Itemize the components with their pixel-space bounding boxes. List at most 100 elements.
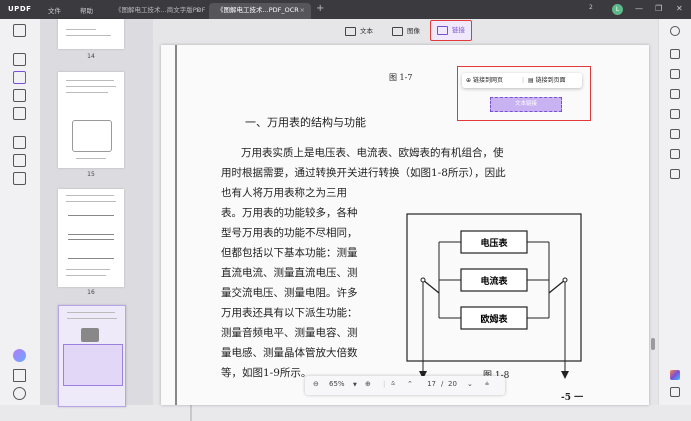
ammeter-label: 电流表 bbox=[480, 275, 508, 287]
previous-page-icon[interactable]: ⌃ bbox=[407, 380, 413, 388]
body-line: 测量音频电平、测量电容、测 bbox=[221, 327, 358, 339]
left-toolbar bbox=[0, 19, 41, 405]
minimize-icon[interactable]: — bbox=[635, 4, 643, 13]
next-page-icon[interactable]: ⌄ bbox=[467, 380, 473, 388]
attachment-icon[interactable] bbox=[13, 387, 26, 400]
right-toolbar bbox=[658, 19, 691, 405]
zoom-out-icon[interactable]: ⊖ bbox=[313, 380, 319, 388]
link-to-page-label: 链接到页面 bbox=[535, 77, 566, 84]
pages-stack-icon[interactable] bbox=[13, 172, 26, 185]
thumbnail-page-number: 14 bbox=[87, 53, 95, 60]
tab-document-2[interactable]: 《图解电工技术...PDF_OCR × bbox=[209, 3, 311, 19]
figure-label-top: 图 1-7 bbox=[389, 73, 413, 82]
document-scrollbar[interactable] bbox=[651, 240, 655, 380]
link-area-selection[interactable]: 文本链接 bbox=[490, 97, 562, 112]
link-to-web-label: 链接到网页 bbox=[472, 77, 503, 84]
last-page-icon[interactable]: ⩮ bbox=[485, 380, 489, 389]
menu-file[interactable]: 文件 bbox=[48, 5, 61, 15]
protect-icon[interactable] bbox=[13, 154, 26, 167]
body-line: 但都包括以下基本功能：测量 bbox=[221, 247, 358, 259]
new-tab-button[interactable]: + bbox=[316, 3, 324, 14]
popup-divider: | bbox=[522, 77, 525, 84]
switch-lever bbox=[548, 279, 566, 294]
close-window-icon[interactable]: ✕ bbox=[676, 4, 683, 13]
switch-lever bbox=[422, 279, 440, 294]
link-mode-label: 链接 bbox=[452, 26, 465, 34]
body-line: 用时根据需要，通过转换开关进行转换（如图1-8所示），因此 bbox=[221, 167, 506, 179]
page-thumbnail[interactable] bbox=[58, 19, 124, 49]
bookmark-icon[interactable] bbox=[13, 369, 26, 382]
current-page-input[interactable]: 17 bbox=[422, 380, 436, 388]
close-icon[interactable]: × bbox=[300, 3, 305, 18]
text-mode-button[interactable]: 文本 bbox=[345, 23, 373, 39]
link-to-page-button[interactable]: ▤ 链接到页面 bbox=[528, 73, 566, 88]
form-icon[interactable] bbox=[13, 107, 26, 120]
link-popup: ⊕ 链接到网页 | ▤ 链接到页面 bbox=[462, 73, 582, 88]
text-icon bbox=[345, 26, 356, 36]
page-navigation-bar: ⊖ 65% ▼ ⊕ | ⩯ ⌃ 17 / 20 ⌄ ⩮ bbox=[305, 376, 505, 395]
body-line: 也有人将万用表称之为三用 bbox=[221, 187, 347, 199]
ai-icon[interactable] bbox=[670, 49, 680, 59]
nav-divider: | bbox=[383, 380, 386, 388]
body-line: 等，如图1-9所示。 bbox=[221, 367, 312, 379]
ai-assistant-icon[interactable] bbox=[13, 349, 26, 362]
close-icon[interactable]: × bbox=[196, 3, 201, 18]
thumbnail-page-number: 15 bbox=[87, 171, 95, 178]
page-separator: / bbox=[441, 380, 444, 388]
page-thumbnail[interactable] bbox=[58, 72, 124, 168]
page-thumbnail-selected[interactable] bbox=[58, 305, 126, 407]
organize-pages-icon[interactable] bbox=[13, 89, 26, 102]
zoom-in-icon[interactable]: ⊕ bbox=[365, 380, 371, 388]
zoom-level[interactable]: 65% bbox=[329, 380, 345, 388]
reader-icon[interactable] bbox=[13, 53, 26, 66]
voltmeter-label: 电压表 bbox=[480, 237, 508, 249]
page-number: -5 一 bbox=[561, 393, 584, 403]
body-line: 万用表还具有以下派生功能： bbox=[221, 307, 358, 319]
image-mode-label: 图像 bbox=[407, 27, 420, 35]
restore-icon[interactable]: ❐ bbox=[655, 4, 662, 13]
thumbnail-panel: 14 15 16 bbox=[40, 19, 192, 421]
sidebar-toggle-icon[interactable] bbox=[13, 24, 26, 37]
convert-icon[interactable] bbox=[670, 69, 680, 79]
page-thumbnail[interactable] bbox=[58, 189, 124, 287]
edit-pdf-icon[interactable] bbox=[13, 71, 26, 84]
body-line: 表。万用表的功能较多，各种 bbox=[221, 207, 358, 219]
body-line: 直流电流、测量直流电压、测 bbox=[221, 267, 358, 279]
image-mode-button[interactable]: 图像 bbox=[392, 23, 420, 39]
share-icon[interactable] bbox=[670, 129, 680, 139]
text-mode-label: 文本 bbox=[360, 27, 373, 35]
tab-document-1[interactable]: 《图解电工技术...商文字版PDF × bbox=[107, 3, 207, 19]
zoom-dropdown-icon[interactable]: ▼ bbox=[353, 382, 357, 388]
body-line: 量交流电压、测量电阻。许多 bbox=[221, 287, 358, 299]
thumbnail-page-number: 16 bbox=[87, 289, 95, 296]
circuit-diagram: 电压表 电流表 欧姆表 bbox=[406, 213, 582, 379]
link-mode-button[interactable]: 链接 bbox=[430, 20, 472, 41]
notification-badge[interactable]: 2 bbox=[589, 4, 593, 11]
app-logo: UPDF bbox=[8, 5, 32, 13]
title-bar: UPDF 文件 帮助 《图解电工技术...商文字版PDF × 《图解电工技术..… bbox=[0, 0, 691, 19]
tab-label: 《图解电工技术...商文字版PDF bbox=[115, 6, 206, 14]
image-icon bbox=[392, 26, 403, 36]
section-heading: 一、万用表的结构与功能 bbox=[245, 116, 366, 129]
body-line: 型号万用表的功能不尽相同， bbox=[221, 227, 358, 239]
search-icon[interactable] bbox=[670, 26, 680, 36]
batch-icon[interactable] bbox=[670, 89, 680, 99]
first-page-icon[interactable]: ⩯ bbox=[391, 380, 395, 389]
updf-cloud-icon[interactable] bbox=[670, 370, 680, 380]
menu-help[interactable]: 帮助 bbox=[80, 5, 93, 15]
avatar[interactable]: L bbox=[612, 4, 623, 15]
comment-icon[interactable] bbox=[670, 387, 680, 397]
save-icon[interactable] bbox=[670, 169, 680, 179]
total-pages: 20 bbox=[448, 380, 457, 388]
body-line: 万用表实质上是电压表、电流表、欧姆表的有机组合，使 bbox=[241, 147, 504, 159]
link-popup-highlight: ⊕ 链接到网页 | ▤ 链接到页面 文本链接 bbox=[457, 66, 591, 121]
body-line: 量电感、测量晶体管放大倍数 bbox=[221, 347, 358, 359]
link-icon bbox=[437, 25, 448, 35]
protect-file-icon[interactable] bbox=[670, 109, 680, 119]
ohmmeter-label: 欧姆表 bbox=[480, 313, 508, 325]
email-icon[interactable] bbox=[670, 149, 680, 159]
link-to-web-button[interactable]: ⊕ 链接到网页 bbox=[466, 73, 503, 88]
ocr-icon[interactable] bbox=[13, 136, 26, 149]
tab-label: 《图解电工技术...PDF_OCR bbox=[217, 6, 299, 14]
document-area: 文本 图像 链接 图 1-7 一、万用表的结构与功能 万用表实质上是电压表、电流… bbox=[153, 19, 658, 405]
